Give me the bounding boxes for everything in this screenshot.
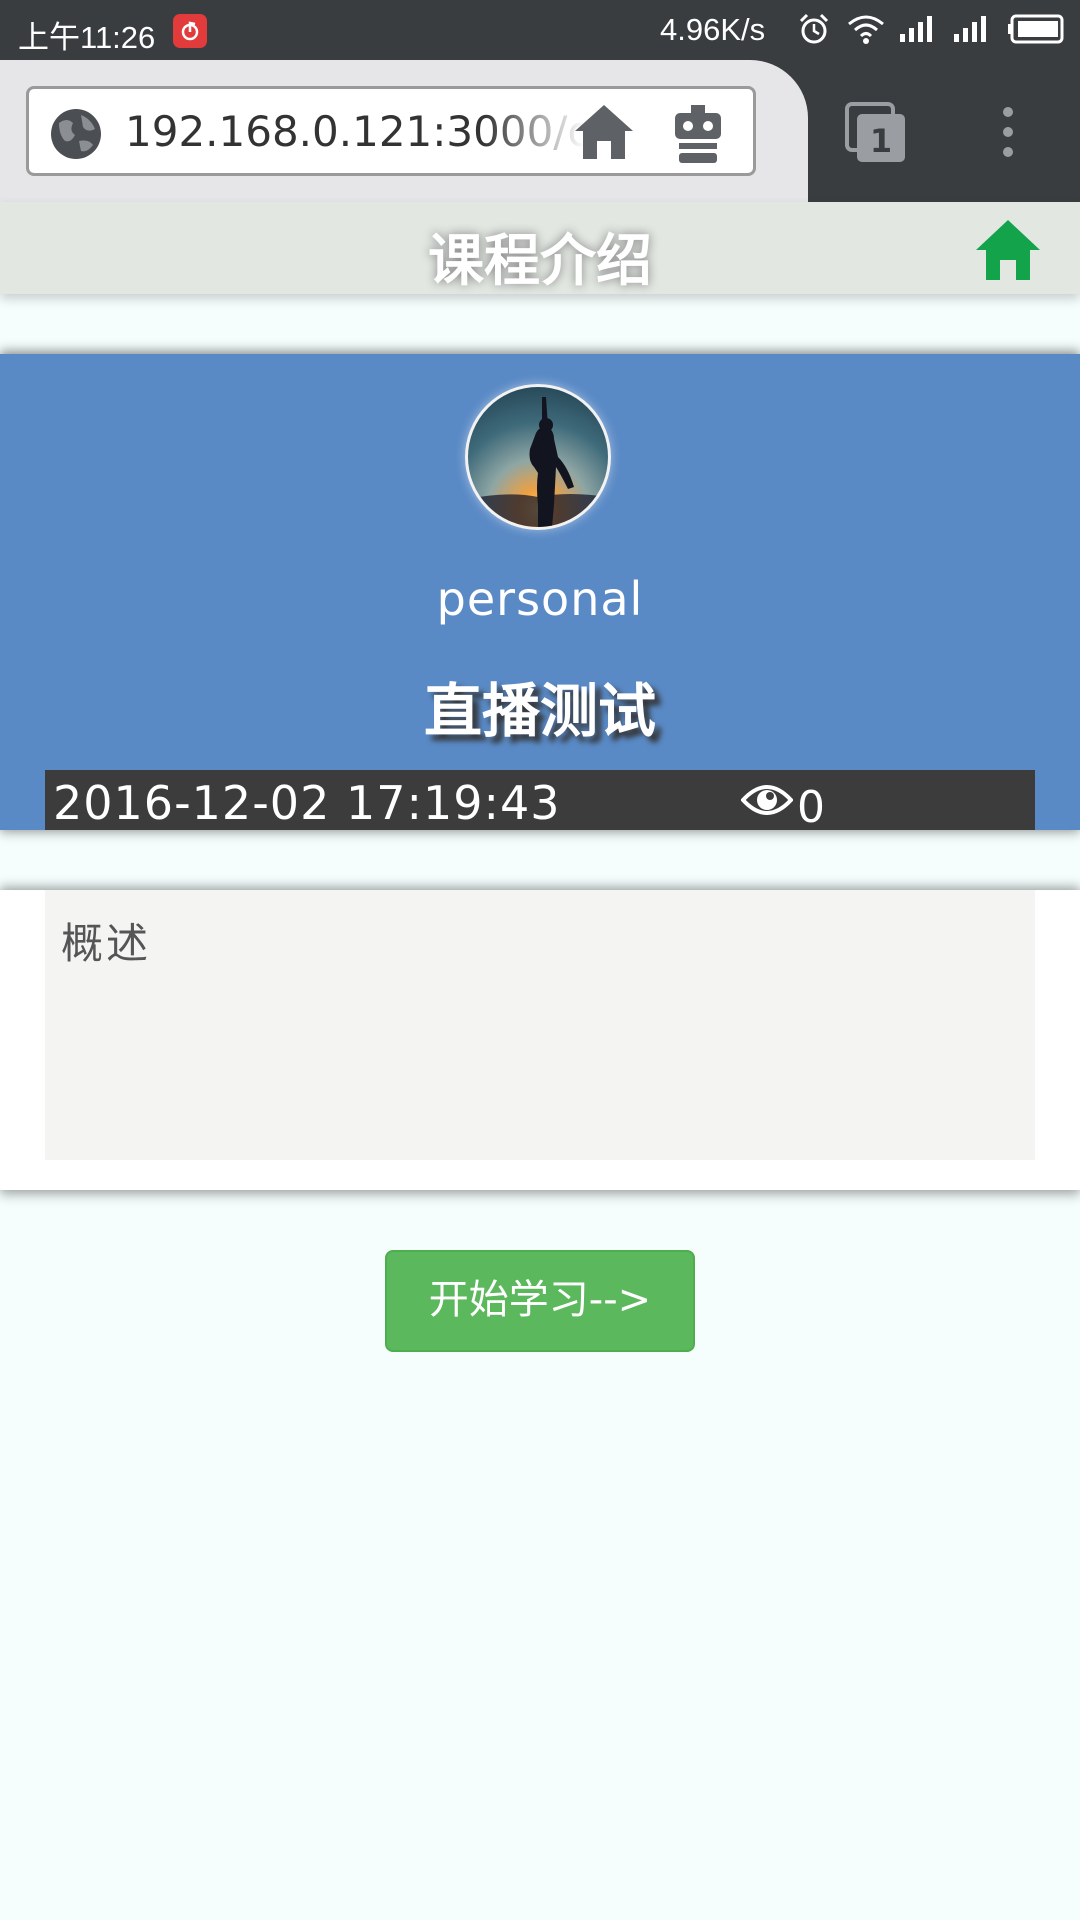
course-author: personal [436, 572, 644, 626]
url-text[interactable]: 192.168.0.121:3000/c [125, 107, 585, 161]
menu-icon[interactable] [990, 104, 1026, 164]
globe-icon [49, 107, 103, 165]
tabs-icon[interactable]: 1 [843, 100, 909, 170]
address-bar[interactable]: 192.168.0.121:3000/c [26, 86, 756, 176]
netease-music-icon [173, 14, 207, 48]
tab-count: 1 [870, 122, 892, 160]
signal-icon [898, 12, 942, 54]
status-time: 上午11:26 [18, 20, 156, 55]
course-card: personal 直播测试 2016-12-02 17:19:43 0 [0, 354, 1080, 833]
battery-icon [1008, 12, 1068, 54]
overview-title: 概述 [61, 919, 152, 968]
home-icon[interactable] [974, 218, 1042, 286]
course-date: 2016-12-02 17:19:43 [53, 776, 561, 830]
browser-tab: 192.168.0.121:3000/c [0, 60, 808, 202]
signal-icon [952, 12, 996, 54]
home-icon[interactable] [571, 101, 637, 167]
view-count: 0 [797, 782, 825, 833]
wifi-icon [846, 12, 886, 54]
page-title: 课程介绍 [428, 229, 652, 294]
browser-toolbar: 192.168.0.121:3000/c 1 [0, 60, 1080, 202]
overview-section: 概述 [0, 890, 1080, 1190]
course-name: 直播测试 [423, 677, 656, 745]
network-speed: 4.96K/s [660, 12, 766, 47]
page-header: 课程介绍 [0, 202, 1080, 294]
robot-icon[interactable] [669, 103, 727, 169]
start-learning-button[interactable]: 开始学习--> [385, 1250, 695, 1352]
alarm-icon [797, 12, 831, 54]
course-meta-bar: 2016-12-02 17:19:43 0 [45, 770, 1035, 833]
eye-icon [740, 780, 794, 824]
overview-box: 概述 [45, 890, 1035, 1160]
avatar [465, 384, 611, 530]
status-bar: 上午11:26 4.96K/s [0, 0, 1080, 60]
